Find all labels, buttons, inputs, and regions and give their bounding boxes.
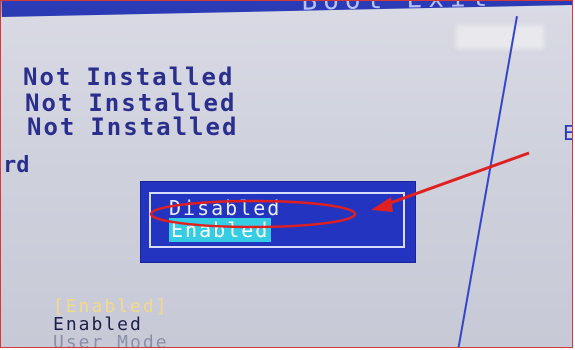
arrow-head-icon <box>371 197 393 212</box>
bios-screen: Security Boot Exit NotInstalled NotInsta… <box>1 1 572 347</box>
lower-item-user-mode: User Mode <box>53 332 169 348</box>
photo-frame: Security Boot Exit NotInstalled NotInsta… <box>0 0 573 348</box>
annotation-ellipse <box>149 199 357 229</box>
annotation-arrow-line <box>378 151 530 209</box>
